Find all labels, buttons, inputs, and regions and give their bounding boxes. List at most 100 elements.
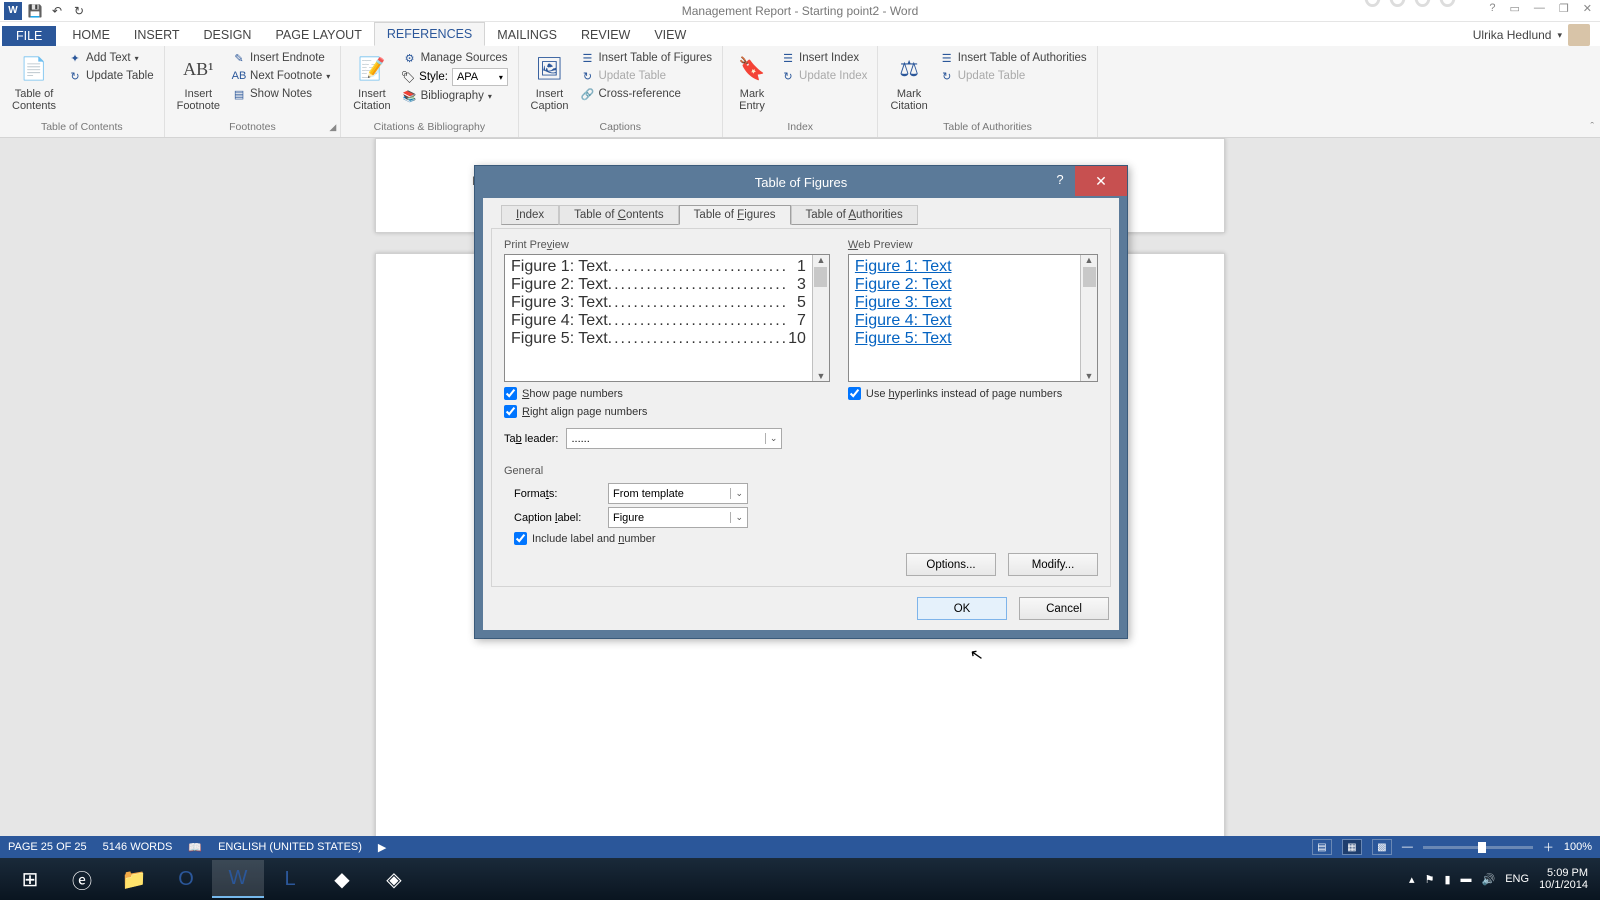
scrollbar[interactable]: ▲▼ — [812, 255, 829, 381]
restore-icon[interactable]: ❐ — [1555, 2, 1573, 15]
quick-access-toolbar: W 💾 ↶ ↻ — [0, 2, 88, 20]
group-citations: 📝 Insert Citation ⚙Manage Sources 🏷 Styl… — [341, 46, 518, 137]
style-select[interactable]: APA▾ — [452, 68, 508, 86]
zoom-level[interactable]: 100% — [1564, 841, 1592, 853]
tab-design[interactable]: DESIGN — [192, 24, 264, 46]
zoom-in-icon[interactable]: ＋ — [1543, 839, 1554, 855]
view-web-icon[interactable]: ▩ — [1372, 839, 1392, 855]
next-footnote-button[interactable]: ABNext Footnote ▾ — [230, 68, 332, 84]
mark-entry-button[interactable]: 🔖 Mark Entry — [731, 50, 773, 114]
dlgtab-tof[interactable]: Table of Figures — [679, 205, 791, 225]
dlgtab-toc[interactable]: Table of Contents — [559, 205, 679, 225]
options-button[interactable]: Options... — [906, 553, 996, 576]
use-hyperlinks-checkbox[interactable]: Use hyperlinks instead of page numbers — [848, 387, 1098, 400]
status-proof-icon[interactable]: 📖 — [188, 841, 202, 854]
taskbar-explorer-icon[interactable]: 📁 — [108, 860, 160, 898]
tray-network-icon[interactable]: ▬ — [1461, 873, 1472, 885]
tab-references[interactable]: REFERENCES — [374, 22, 485, 46]
cancel-button[interactable]: Cancel — [1019, 597, 1109, 620]
tray-time: 5:09 PM — [1547, 867, 1588, 879]
account-area[interactable]: Ulrika Hedlund▾ — [1473, 24, 1600, 46]
caption-label-select[interactable]: Figure⌄ — [608, 507, 748, 528]
formats-select[interactable]: From template⌄ — [608, 483, 748, 504]
dialog-titlebar[interactable]: Table of Figures ? ✕ — [475, 166, 1127, 198]
tray-battery-icon[interactable]: ▮ — [1444, 873, 1450, 886]
window-controls: ? ▭ ― ❐ ✕ — [1485, 2, 1596, 15]
tray-flag-icon[interactable]: ⚑ — [1425, 873, 1435, 886]
minimize-icon[interactable]: ― — [1530, 2, 1549, 15]
mark-citation-button[interactable]: ⚖ Mark Citation — [886, 50, 931, 114]
tab-insert[interactable]: INSERT — [122, 24, 192, 46]
redo-icon[interactable]: ↻ — [70, 2, 88, 20]
dlgtab-index[interactable]: Index — [501, 205, 559, 225]
toc-button[interactable]: 📄 Table of Contents — [8, 50, 60, 114]
insert-toa-button[interactable]: ☰Insert Table of Authorities — [938, 50, 1089, 66]
taskbar-word-icon[interactable]: W — [212, 860, 264, 898]
tab-home[interactable]: HOME — [60, 24, 122, 46]
view-read-icon[interactable]: ▤ — [1312, 839, 1332, 855]
start-button[interactable]: ⊞ — [4, 860, 56, 898]
update-toa-button[interactable]: ↻Update Table — [938, 68, 1089, 84]
taskbar-outlook-icon[interactable]: O — [160, 860, 212, 898]
insert-citation-button[interactable]: 📝 Insert Citation — [349, 50, 394, 114]
tray-date: 10/1/2014 — [1539, 879, 1588, 891]
add-text-button[interactable]: ✦Add Text ▾ — [66, 50, 156, 66]
show-page-numbers-checkbox[interactable]: Show page numbers — [504, 387, 830, 400]
tab-page-layout[interactable]: PAGE LAYOUT — [263, 24, 373, 46]
insert-tof-button[interactable]: ☰Insert Table of Figures — [578, 50, 714, 66]
update-index-button[interactable]: ↻Update Index — [779, 68, 869, 84]
group-index: 🔖 Mark Entry ☰Insert Index ↻Update Index… — [723, 46, 878, 137]
toc-label: Table of Contents — [12, 88, 56, 112]
save-icon[interactable]: 💾 — [26, 2, 44, 20]
dialog-help-icon[interactable]: ? — [1049, 172, 1071, 187]
insert-endnote-button[interactable]: ✎Insert Endnote — [230, 50, 332, 66]
zoom-slider[interactable] — [1423, 846, 1533, 849]
update-toc-button[interactable]: ↻Update Table — [66, 68, 156, 84]
status-page[interactable]: PAGE 25 OF 25 — [8, 841, 87, 853]
ribbon-options-icon[interactable]: ▭ — [1506, 2, 1524, 15]
refresh-icon: ↻ — [781, 69, 795, 83]
scrollbar[interactable]: ▲▼ — [1080, 255, 1097, 381]
view-print-icon[interactable]: ▦ — [1342, 839, 1362, 855]
bibliography-button[interactable]: 📚Bibliography ▾ — [401, 88, 510, 104]
show-notes-button[interactable]: ▤Show Notes — [230, 86, 332, 102]
taskbar-app2-icon[interactable]: ◈ — [368, 860, 420, 898]
status-language[interactable]: ENGLISH (UNITED STATES) — [218, 841, 362, 853]
footnotes-dialog-launcher[interactable]: ◢ — [329, 122, 336, 133]
help-icon[interactable]: ? — [1485, 2, 1499, 15]
cross-reference-button[interactable]: 🔗Cross-reference — [578, 86, 714, 102]
tray-up-icon[interactable]: ▴ — [1409, 873, 1415, 886]
print-preview-label: Print Preview — [504, 239, 830, 251]
right-align-checkbox[interactable]: Right align page numbers — [504, 405, 830, 418]
tab-leader-select[interactable]: ......⌄ — [566, 428, 782, 449]
tab-view[interactable]: VIEW — [642, 24, 698, 46]
taskbar-lync-icon[interactable]: L — [264, 860, 316, 898]
insert-index-button[interactable]: ☰Insert Index — [779, 50, 869, 66]
collapse-ribbon-icon[interactable]: ˆ — [1590, 121, 1594, 133]
tray-lang[interactable]: ENG — [1505, 873, 1529, 885]
zoom-out-icon[interactable]: ― — [1402, 841, 1413, 853]
undo-icon[interactable]: ↶ — [48, 2, 66, 20]
taskbar-ie-icon[interactable]: ⓔ — [56, 860, 108, 898]
status-words[interactable]: 5146 WORDS — [103, 841, 173, 853]
dialog-close-icon[interactable]: ✕ — [1075, 166, 1127, 196]
insert-footnote-button[interactable]: AB¹ Insert Footnote — [173, 50, 224, 114]
status-macro-icon[interactable]: ▶ — [378, 841, 386, 854]
include-label-checkbox[interactable]: Include label and number — [514, 532, 1098, 545]
tab-mailings[interactable]: MAILINGS — [485, 24, 569, 46]
insert-caption-button[interactable]: 🖼 Insert Caption — [527, 50, 573, 114]
update-tof-button[interactable]: ↻Update Table — [578, 68, 714, 84]
toa-icon: ☰ — [940, 51, 954, 65]
ok-button[interactable]: OK — [917, 597, 1007, 620]
system-tray[interactable]: ▴ ⚑ ▮ ▬ 🔊 ENG 5:09 PM 10/1/2014 — [1409, 867, 1596, 891]
close-icon[interactable]: ✕ — [1579, 2, 1596, 15]
tab-file[interactable]: FILE — [2, 26, 56, 46]
tray-sound-icon[interactable]: 🔊 — [1482, 873, 1496, 886]
dlgtab-toa[interactable]: Table of Authorities — [791, 205, 918, 225]
modify-button[interactable]: Modify... — [1008, 553, 1098, 576]
tof-icon: ☰ — [580, 51, 594, 65]
manage-sources-button[interactable]: ⚙Manage Sources — [401, 50, 510, 66]
taskbar: ⊞ ⓔ 📁 O W L ◆ ◈ ▴ ⚑ ▮ ▬ 🔊 ENG 5:09 PM 10… — [0, 858, 1600, 900]
tab-review[interactable]: REVIEW — [569, 24, 642, 46]
taskbar-app1-icon[interactable]: ◆ — [316, 860, 368, 898]
